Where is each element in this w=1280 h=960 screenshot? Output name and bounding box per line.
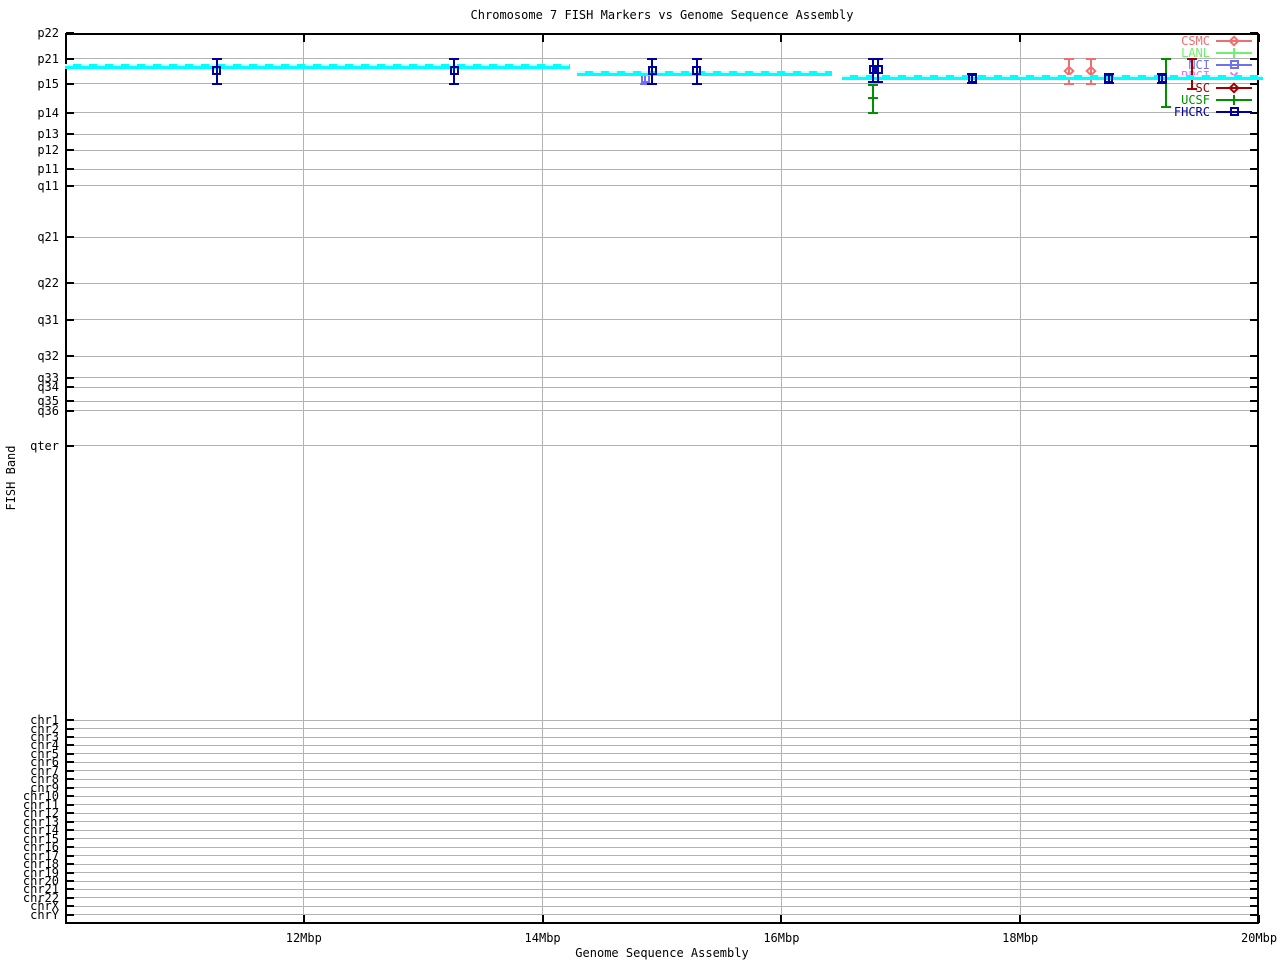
csmc-error-cap bbox=[1085, 82, 1096, 85]
fhcrc-error-cap bbox=[449, 82, 460, 85]
band-label-qter: qter bbox=[30, 438, 59, 453]
csmc-error-cap bbox=[1064, 57, 1075, 60]
band-label-p13: p13 bbox=[37, 127, 59, 141]
fhcrc-point-square-marker bbox=[212, 65, 222, 75]
x-tick-label: 14Mbp bbox=[524, 931, 561, 945]
fhcrc-point-square-marker bbox=[647, 65, 657, 75]
fhcrc-error-cap bbox=[691, 57, 702, 60]
fhcrc-error-cap bbox=[449, 57, 460, 60]
sc-error-cap bbox=[1187, 57, 1198, 60]
csmc-error-cap bbox=[1085, 57, 1096, 60]
fhcrc-point-square-marker bbox=[873, 65, 883, 74]
fhcrc-error-cap bbox=[211, 57, 222, 60]
csmc-error-cap bbox=[1064, 82, 1075, 85]
contig-segment-1 bbox=[65, 63, 571, 69]
ucsf-error-cap bbox=[1160, 105, 1171, 108]
plot-frame bbox=[65, 33, 1259, 924]
legend-lanl-plus-marker bbox=[1233, 47, 1235, 58]
band-label-p14: p14 bbox=[37, 105, 59, 120]
legend-label-fhcrc: FHCRC bbox=[1173, 104, 1210, 119]
band-label-p15: p15 bbox=[37, 76, 59, 91]
fhcrc-point-square-marker bbox=[1104, 73, 1114, 83]
sc-error-bar bbox=[1191, 58, 1194, 89]
legend-fhcrc-square-marker bbox=[1229, 107, 1239, 117]
contig-segment-2 bbox=[577, 71, 832, 76]
band-label-q36: q36 bbox=[37, 403, 59, 418]
fhcrc-point-square-marker bbox=[967, 73, 977, 83]
band-label-p22: p22 bbox=[37, 26, 59, 40]
fhcrc-error-cap bbox=[647, 57, 658, 60]
band-label-q22: q22 bbox=[37, 276, 59, 290]
fhcrc-point-square-marker bbox=[1157, 73, 1167, 83]
x-tick-label: 16Mbp bbox=[763, 931, 800, 945]
band-label-q21: q21 bbox=[37, 230, 59, 244]
ucsf-error-cap bbox=[868, 112, 879, 114]
legend-nci-square-marker bbox=[1229, 60, 1239, 70]
band-label-q34: q34 bbox=[37, 380, 59, 394]
fhcrc-error-cap bbox=[691, 82, 702, 85]
fhcrc-error-cap bbox=[211, 82, 222, 85]
plot-area: 12Mbp 14Mbp 16Mbp 18Mbp 20Mbp p22 p21 p15 p14 p13… bbox=[0, 0, 1280, 960]
band-label-p12: p12 bbox=[37, 143, 59, 157]
x-tick-label: 18Mbp bbox=[1002, 931, 1039, 945]
x-tick-label: 20Mbp bbox=[1240, 931, 1278, 945]
band-label-chrY: chrY bbox=[30, 907, 59, 922]
fhcrc-point-square-marker bbox=[449, 65, 459, 75]
chart-canvas: Chromosome 7 FISH Markers vs Genome Sequ… bbox=[0, 0, 1280, 960]
contig-segment-3 bbox=[842, 75, 1263, 80]
fhcrc-error-cap bbox=[647, 82, 658, 85]
band-label-p21: p21 bbox=[37, 51, 59, 66]
sc-error-cap bbox=[1187, 87, 1198, 90]
fhcrc-error-cap bbox=[873, 81, 884, 83]
ucsf-error-cap bbox=[1160, 57, 1171, 60]
fhcrc-point-square-marker bbox=[692, 65, 702, 75]
ucsf-point-plus-marker bbox=[872, 92, 875, 103]
fhcrc-error-cap bbox=[873, 57, 884, 60]
ucsf-error-cap bbox=[868, 84, 879, 86]
band-label-q32: q32 bbox=[37, 349, 59, 363]
band-label-q31: q31 bbox=[37, 312, 59, 327]
band-label-q11: q11 bbox=[37, 178, 59, 193]
legend-ucsf-plus-marker bbox=[1233, 95, 1235, 105]
x-tick-label: 12Mbp bbox=[285, 931, 322, 945]
band-label-p11: p11 bbox=[37, 162, 59, 176]
